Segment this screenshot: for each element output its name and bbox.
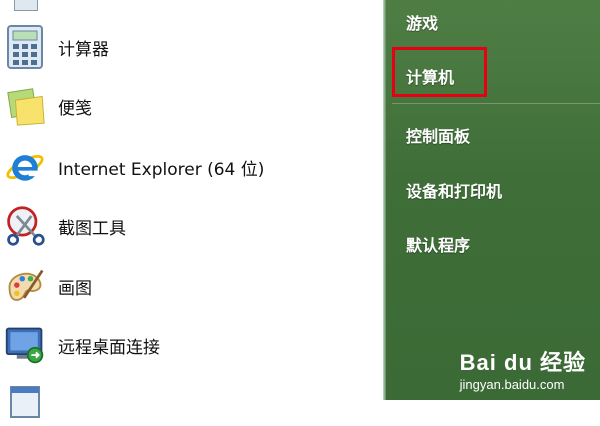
- program-item-calculator[interactable]: 计算器: [0, 20, 383, 74]
- program-label-remote-desktop: 远程桌面连接: [58, 337, 160, 358]
- right-menu-games[interactable]: 游戏: [406, 10, 438, 34]
- program-label-paint: 画图: [58, 278, 92, 299]
- program-item-internet-explorer[interactable]: Internet Explorer (64 位): [0, 140, 383, 194]
- baidu-watermark: Bai du 经验 jingyan.baidu.com: [460, 345, 586, 392]
- right-menu-divider: [392, 103, 600, 104]
- program-item-paint[interactable]: 画图: [0, 259, 383, 313]
- calculator-icon: [4, 25, 46, 69]
- internet-explorer-icon: [4, 146, 46, 188]
- right-menu-default-programs[interactable]: 默认程序: [406, 232, 470, 256]
- program-item-remote-desktop[interactable]: 远程桌面连接: [0, 318, 383, 372]
- paint-icon: [4, 265, 46, 307]
- right-menu-control-panel[interactable]: 控制面板: [406, 123, 470, 147]
- watermark-brand: Bai du 经验: [459, 350, 586, 375]
- sticky-notes-icon: [4, 85, 46, 127]
- program-label-sticky-notes: 便笺: [58, 98, 92, 119]
- computer-highlight-box: [392, 47, 487, 97]
- watermark-site: jingyan.baidu.com: [459, 377, 565, 392]
- program-label-internet-explorer: Internet Explorer (64 位): [58, 159, 265, 180]
- partial-top-icon: [14, 0, 38, 11]
- remote-desktop-icon: [4, 324, 46, 366]
- program-item-partial[interactable]: [0, 372, 383, 426]
- right-menu-devices-printers[interactable]: 设备和打印机: [406, 178, 502, 202]
- program-item-snipping-tool[interactable]: 截图工具: [0, 199, 383, 253]
- program-item-sticky-notes[interactable]: 便笺: [0, 79, 383, 133]
- snipping-tool-icon: [4, 205, 46, 247]
- notepad-icon: [4, 378, 46, 420]
- program-label-calculator: 计算器: [58, 39, 109, 60]
- program-label-snipping-tool: 截图工具: [58, 218, 126, 239]
